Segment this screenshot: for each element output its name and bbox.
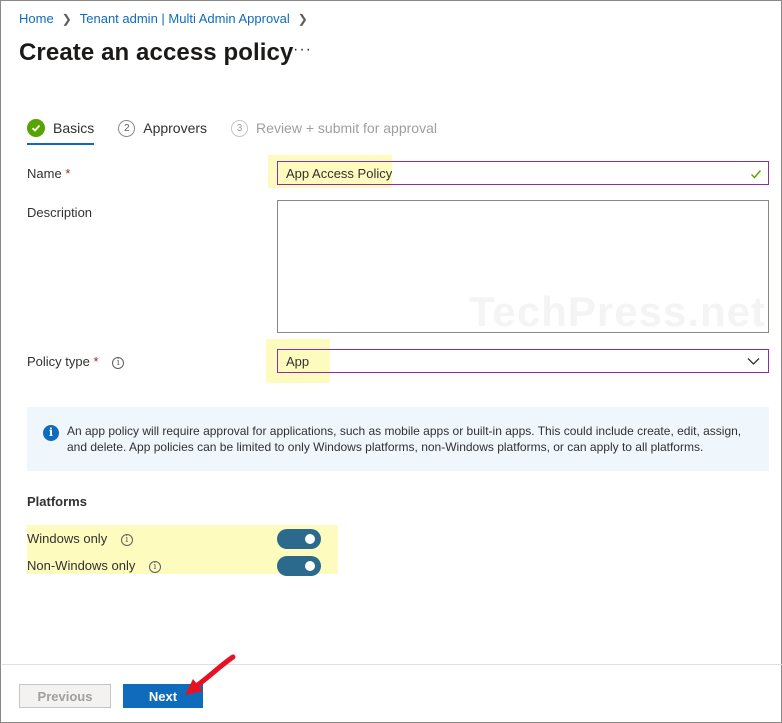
non-windows-only-toggle[interactable] — [277, 556, 321, 576]
non-windows-only-text: Non-Windows only — [27, 558, 136, 573]
annotation-arrow-icon — [185, 654, 236, 695]
required-marker: * — [65, 166, 71, 181]
name-label: Name * — [27, 166, 70, 181]
policy-type-dropdown[interactable]: App — [277, 349, 769, 373]
info-icon[interactable]: i — [120, 533, 133, 546]
required-marker: * — [93, 354, 99, 369]
name-input-value: App Access Policy — [286, 165, 393, 181]
policy-type-label: Policy type * i — [27, 354, 125, 369]
step-number: 3 — [231, 119, 249, 137]
windows-only-label: Windows only i — [27, 531, 133, 546]
checkmark-icon — [751, 170, 762, 179]
page-frame: Home ❯ Tenant admin | Multi Admin Approv… — [0, 0, 782, 723]
step-label: Basics — [53, 120, 95, 136]
more-options-icon[interactable]: ··· — [293, 41, 312, 59]
info-message-bar: i An app policy will require approval fo… — [27, 407, 769, 471]
step-approvers[interactable]: 2 Approvers — [118, 119, 208, 145]
step-label: Approvers — [143, 120, 208, 136]
step-basics[interactable]: Basics — [27, 119, 95, 145]
toggle-knob — [305, 534, 315, 544]
breadcrumb: Home ❯ Tenant admin | Multi Admin Approv… — [19, 11, 308, 26]
step-review-submit: 3 Review + submit for approval — [231, 119, 437, 145]
previous-button: Previous — [19, 684, 111, 708]
info-icon[interactable]: i — [112, 356, 125, 369]
policy-type-value: App — [286, 353, 310, 369]
step-number: 2 — [118, 119, 136, 137]
checkmark-circle-icon — [27, 119, 45, 137]
footer-divider — [2, 664, 782, 665]
platforms-title: Platforms — [27, 494, 87, 509]
windows-only-text: Windows only — [27, 531, 108, 546]
info-icon: i — [43, 425, 59, 441]
chevron-down-icon — [747, 358, 760, 365]
watermark: TechPress.net — [469, 288, 767, 335]
name-label-text: Name — [27, 166, 62, 181]
chevron-right-icon: ❯ — [61, 11, 72, 26]
windows-only-toggle[interactable] — [277, 529, 321, 549]
wizard-steps: Basics 2 Approvers 3 Review + submit for… — [27, 119, 437, 145]
info-message-text: An app policy will require approval for … — [67, 424, 742, 454]
toggle-knob — [305, 561, 315, 571]
info-icon[interactable]: i — [149, 560, 161, 573]
policy-type-label-text: Policy type — [27, 354, 90, 369]
description-label: Description — [27, 205, 93, 220]
breadcrumb-section[interactable]: Tenant admin | Multi Admin Approval — [80, 11, 290, 26]
name-input[interactable]: App Access Policy — [277, 161, 769, 185]
breadcrumb-home[interactable]: Home — [19, 11, 54, 26]
non-windows-only-label: Non-Windows only i — [27, 558, 161, 573]
chevron-right-icon: ❯ — [297, 11, 308, 26]
page-title: Create an access policy — [19, 39, 294, 66]
step-label: Review + submit for approval — [256, 120, 437, 136]
